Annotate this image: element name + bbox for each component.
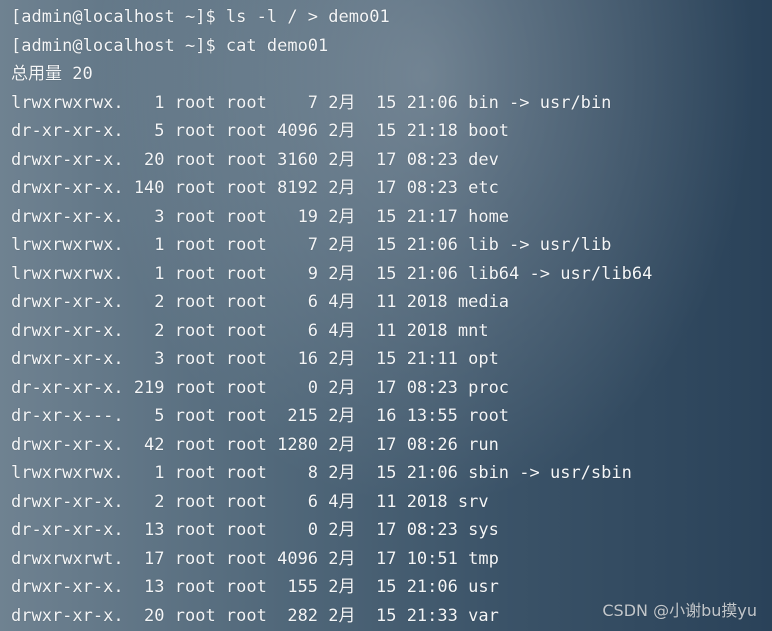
command-line: [admin@localhost ~]$ cat demo01 <box>11 35 329 56</box>
output-line: drwxr-xr-x. 42 root root 1280 2月 17 08:2… <box>11 434 499 455</box>
terminal-window[interactable]: [admin@localhost ~]$ ls -l / > demo01 [a… <box>0 0 772 631</box>
output-line: lrwxrwxrwx. 1 root root 7 2月 15 21:06 bi… <box>11 92 612 113</box>
output-line: drwxr-xr-x. 20 root root 3160 2月 17 08:2… <box>11 149 499 170</box>
output-line: lrwxrwxrwx. 1 root root 9 2月 15 21:06 li… <box>11 263 653 284</box>
output-line: dr-xr-xr-x. 13 root root 0 2月 17 08:23 s… <box>11 520 499 540</box>
output-line: drwxr-xr-x. 3 root root 19 2月 15 21:17 h… <box>11 206 510 227</box>
output-line: lrwxrwxrwx. 1 root root 8 2月 15 21:06 sb… <box>11 463 632 483</box>
total-line: 总用量 20 <box>11 64 93 84</box>
output-line: drwxrwxrwt. 17 root root 4096 2月 17 10:5… <box>11 548 499 569</box>
output-line: drwxr-xr-x. 3 root root 16 2月 15 21:11 o… <box>11 349 499 369</box>
output-line: lrwxrwxrwx. 1 root root 7 2月 15 21:06 li… <box>11 235 612 255</box>
output-line: drwxr-xr-x. 2 root root 6 4月 11 2018 med… <box>11 292 510 312</box>
watermark: CSDN @小谢bu摸yu <box>602 601 757 620</box>
command-line: [admin@localhost ~]$ ls -l / > demo01 <box>11 7 390 27</box>
output-line: drwxr-xr-x. 140 root root 8192 2月 17 08:… <box>11 178 499 198</box>
output-line: dr-xr-xr-x. 5 root root 4096 2月 15 21:18… <box>11 121 510 141</box>
output-line: dr-xr-x---. 5 root root 215 2月 16 13:55 … <box>11 406 510 426</box>
output-line: drwxr-xr-x. 2 root root 6 4月 11 2018 srv <box>11 491 489 512</box>
output-line: dr-xr-xr-x. 219 root root 0 2月 17 08:23 … <box>11 377 510 398</box>
output-line: drwxr-xr-x. 2 root root 6 4月 11 2018 mnt <box>11 320 489 341</box>
